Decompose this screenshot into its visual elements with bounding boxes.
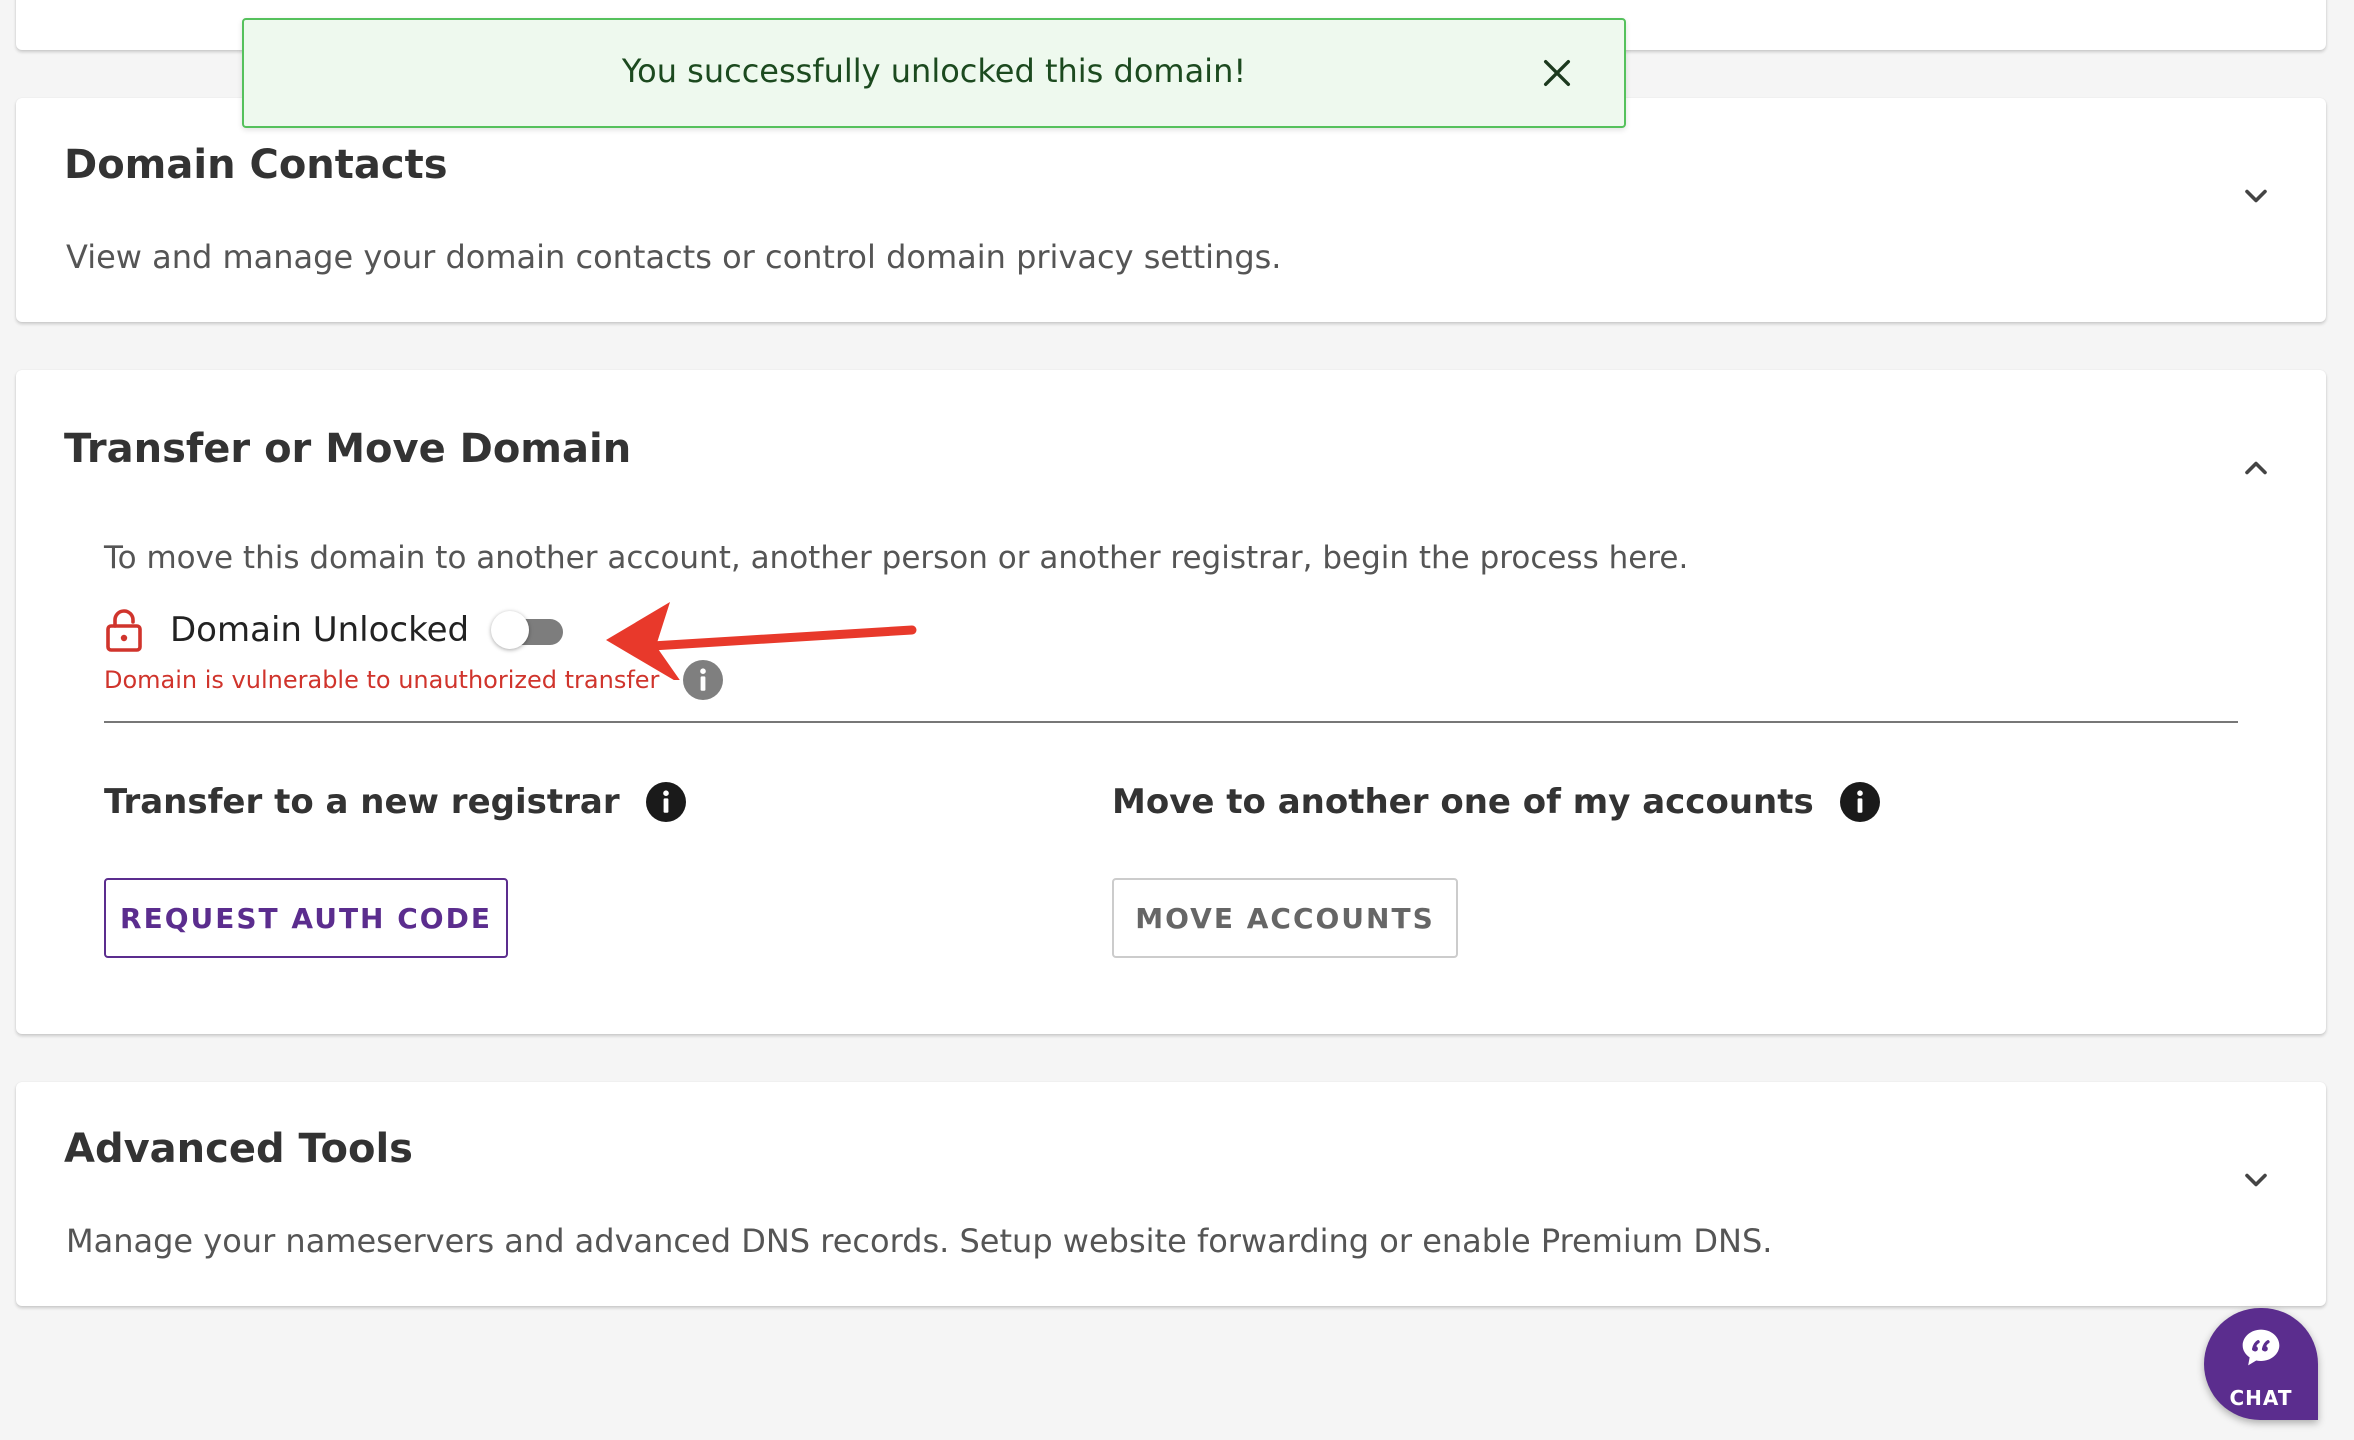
registrar-heading-row: Transfer to a new registrar: [104, 782, 686, 822]
accounts-heading-row: Move to another one of my accounts: [1112, 782, 1880, 822]
close-icon[interactable]: [1540, 56, 1574, 90]
toggle-knob: [491, 611, 530, 649]
lock-warning-row: Domain is vulnerable to unauthorized tra…: [104, 660, 724, 700]
advanced-tools-card[interactable]: Advanced Tools Manage your nameservers a…: [16, 1082, 2326, 1306]
domain-settings-page: You successfully unlocked this domain! D…: [0, 0, 2354, 1440]
card-title: Advanced Tools: [64, 1126, 413, 1172]
request-auth-code-button[interactable]: REQUEST AUTH CODE: [104, 878, 508, 958]
chat-button[interactable]: CHAT: [2204, 1308, 2318, 1420]
toast-message: You successfully unlocked this domain!: [621, 52, 1247, 90]
card-description: Manage your nameservers and advanced DNS…: [66, 1222, 1773, 1260]
card-description: View and manage your domain contacts or …: [66, 238, 1282, 276]
chevron-down-icon[interactable]: [2238, 178, 2274, 214]
move-accounts-button[interactable]: MOVE ACCOUNTS: [1112, 878, 1458, 958]
move-accounts-heading: Move to another one of my accounts: [1112, 782, 1814, 822]
info-icon[interactable]: [645, 782, 686, 822]
transfer-domain-card: Transfer or Move Domain To move this dom…: [16, 370, 2326, 1034]
domain-lock-row: Domain Unlocked: [104, 606, 564, 654]
transfer-registrar-heading: Transfer to a new registrar: [104, 782, 620, 822]
unlocked-padlock-icon: [106, 609, 142, 652]
domain-contacts-card[interactable]: Domain Contacts View and manage your dom…: [16, 98, 2326, 322]
card-description: To move this domain to another account, …: [104, 540, 1689, 576]
chat-bubble-icon: [2242, 1329, 2280, 1366]
info-icon[interactable]: [1839, 782, 1880, 822]
card-title: Transfer or Move Domain: [64, 426, 632, 472]
chevron-down-icon[interactable]: [2238, 1162, 2274, 1198]
domain-lock-toggle[interactable]: [491, 611, 564, 649]
vulnerability-warning: Domain is vulnerable to unauthorized tra…: [104, 666, 660, 694]
chevron-up-icon[interactable]: [2238, 450, 2274, 486]
info-icon[interactable]: [683, 660, 724, 700]
chat-label: CHAT: [2229, 1386, 2293, 1410]
success-toast: You successfully unlocked this domain!: [242, 18, 1626, 128]
card-title: Domain Contacts: [64, 142, 448, 188]
lock-status-label: Domain Unlocked: [170, 610, 470, 650]
section-divider: [104, 721, 2238, 723]
